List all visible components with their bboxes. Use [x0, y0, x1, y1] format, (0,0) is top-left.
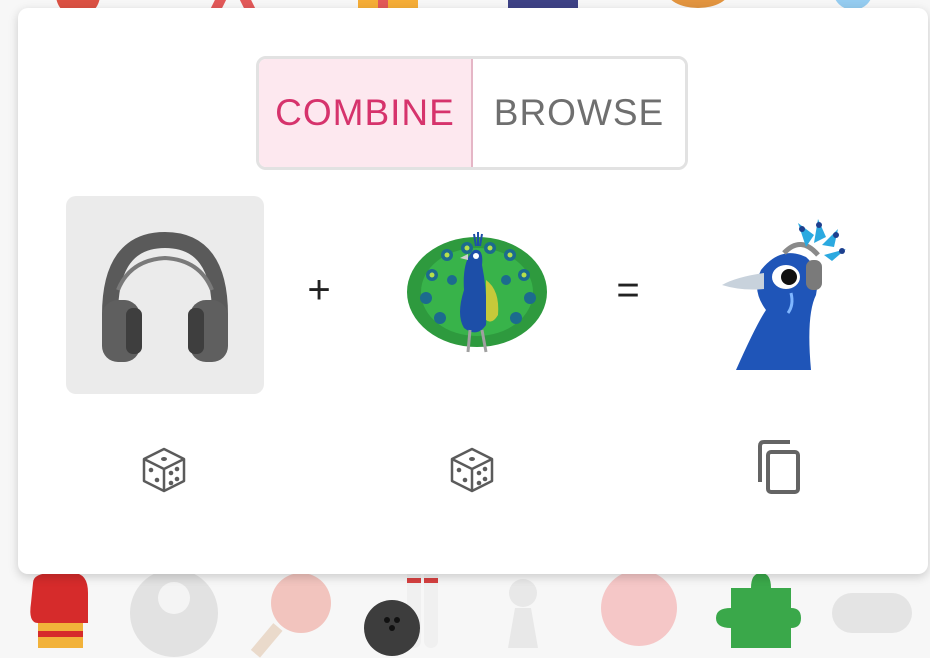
dice-icon — [142, 447, 186, 493]
result-emoji-slot[interactable] — [682, 196, 880, 394]
game-controller-icon — [827, 568, 917, 658]
plus-operator: + — [307, 268, 331, 312]
chess-pawn-icon — [478, 568, 568, 658]
tab-combine[interactable]: COMBINE — [259, 59, 473, 167]
dice-icon — [450, 447, 494, 493]
right-emoji-slot[interactable] — [378, 196, 576, 394]
puzzle-piece-icon — [711, 568, 801, 658]
yoyo-icon — [594, 568, 684, 658]
left-emoji-slot[interactable] — [66, 196, 264, 394]
left-random-button[interactable] — [134, 440, 194, 500]
tab-browse[interactable]: BROWSE — [473, 59, 685, 167]
copy-button[interactable] — [750, 438, 810, 498]
peacock-emoji-icon — [407, 232, 547, 353]
bowling-icon — [362, 568, 452, 658]
copy-icon — [758, 440, 800, 494]
mode-toggle: COMBINE BROWSE — [256, 56, 688, 170]
headphone-emoji-icon — [102, 231, 228, 362]
equals-operator: = — [616, 268, 640, 312]
background-emoji-strip-bottom — [0, 568, 930, 658]
eight-ball-icon — [129, 568, 219, 658]
boxing-glove-icon — [13, 568, 103, 658]
headphone-peacock-mashup-icon — [722, 219, 846, 370]
ping-pong-icon — [246, 568, 336, 658]
emoji-kitchen-card: COMBINE BROWSE + = — [18, 8, 928, 574]
right-random-button[interactable] — [442, 440, 502, 500]
